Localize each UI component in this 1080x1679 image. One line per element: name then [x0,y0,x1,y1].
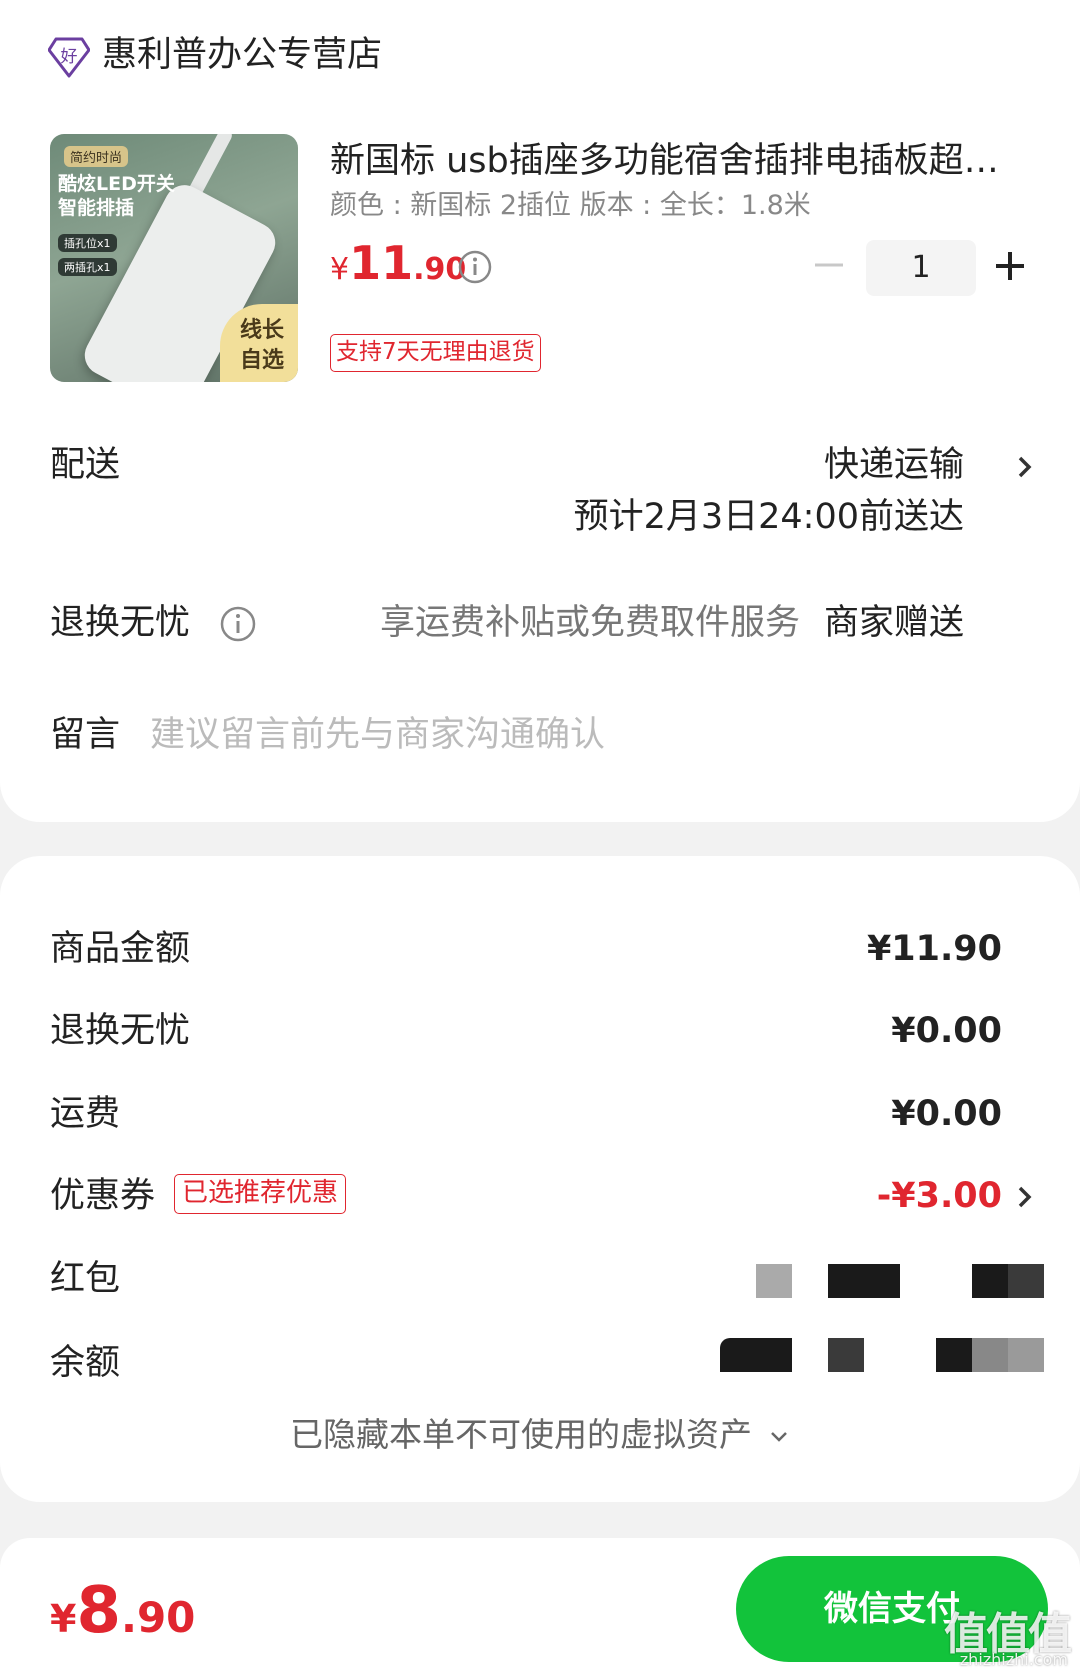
product-price: ¥11.90 [330,236,466,290]
price-symbol: ¥ [330,252,350,287]
balance-redacted [972,1338,1008,1372]
chevron-down-icon [771,1431,787,1442]
thumbnail-tag: 简约时尚 [64,146,129,167]
coupon-label: 优惠券 [50,1176,156,1216]
product-thumbnail[interactable]: 简约时尚 酷炫LED开关 智能排插 插孔位x1 两插孔x1 线长 自选 [50,134,298,382]
info-icon[interactable] [458,250,492,284]
total-integer: 8 [76,1574,121,1648]
shop-icon-glyph: 好 [61,47,78,67]
product-title[interactable]: 新国标 usb插座多功能宿舍插排电插板超… [330,136,1010,186]
red-packet-redacted [972,1264,1008,1298]
thumbnail-badge: 线长 自选 [220,304,298,382]
worry-free-gift: 商家赠送 [823,603,964,643]
red-packet-redacted [1008,1264,1044,1298]
shipping-fee-label: 运费 [50,1094,121,1134]
thumbnail-headline-line2: 智能排插 [58,197,135,219]
total-decimal: .90 [120,1593,196,1642]
quantity-plus-button[interactable] [992,248,1028,284]
balance-redacted [1008,1338,1044,1372]
goods-amount-label: 商品金额 [50,929,191,969]
order-card: 好 惠利普办公专营店 简约时尚 酷炫LED开关 智能排插 插孔位x1 两插孔x1… [0,0,1080,822]
balance-redacted [828,1338,864,1372]
shop-name[interactable]: 惠利普办公专营店 [102,28,382,82]
worry-free-fee-label: 退换无忧 [50,1011,191,1051]
red-packet-redacted [756,1264,792,1298]
quantity-minus-button[interactable] [812,248,846,282]
delivery-eta: 预计2月3日24:00前送达 [573,497,964,537]
quantity-value[interactable]: 1 [866,240,976,296]
thumbnail-headline-line1: 酷炫LED开关 [58,173,175,195]
message-input[interactable] [150,706,970,764]
red-packet-label: 红包 [50,1259,121,1299]
coupon-badge: 已选推荐优惠 [174,1174,347,1214]
chevron-right-icon[interactable] [1014,452,1036,482]
thumbnail-chip: 两插孔x1 [58,258,117,276]
return-policy-badge: 支持7天无理由退货 [330,334,541,372]
shipping-fee-value: ¥0.00 [891,1094,1002,1134]
total-price: ¥8.90 [50,1574,195,1648]
thumbnail-badge-line2: 自选 [239,348,284,373]
hidden-assets-text: 已隐藏本单不可使用的虚拟资产 [290,1415,752,1454]
delivery-label: 配送 [50,445,121,485]
goods-amount-value: ¥11.90 [866,929,1002,969]
red-packet-redacted [828,1264,900,1298]
thumbnail-badge-line1: 线长 [239,318,284,343]
chevron-right-icon[interactable] [1014,1182,1036,1212]
shop-diamond-icon: 好 [48,37,90,78]
worry-free-fee-value: ¥0.00 [891,1011,1002,1051]
balance-redacted [936,1338,972,1372]
balance-redacted [720,1338,792,1372]
thumbnail-headline: 酷炫LED开关 智能排插 [58,172,175,220]
product-spec[interactable]: 颜色 : 新国标 2插位 版本 : 全长：1.8米 [330,186,811,226]
thumbnail-chip: 插孔位x1 [58,234,117,252]
coupon-value[interactable]: -¥3.00 [877,1171,1002,1221]
message-label: 留言 [50,715,121,755]
worry-free-label: 退换无忧 [50,603,191,643]
hidden-assets-toggle[interactable]: 已隐藏本单不可使用的虚拟资产 [0,1410,1080,1460]
delivery-method[interactable]: 快递运输 [824,440,964,490]
worry-free-description: 享运费补贴或免费取件服务 [379,603,800,643]
total-symbol: ¥ [50,1597,77,1641]
balance-label: 余额 [50,1343,121,1383]
watermark-url: zhizhizhi.com [959,1650,1068,1669]
price-integer: 11 [349,236,414,290]
info-icon[interactable] [220,606,256,642]
